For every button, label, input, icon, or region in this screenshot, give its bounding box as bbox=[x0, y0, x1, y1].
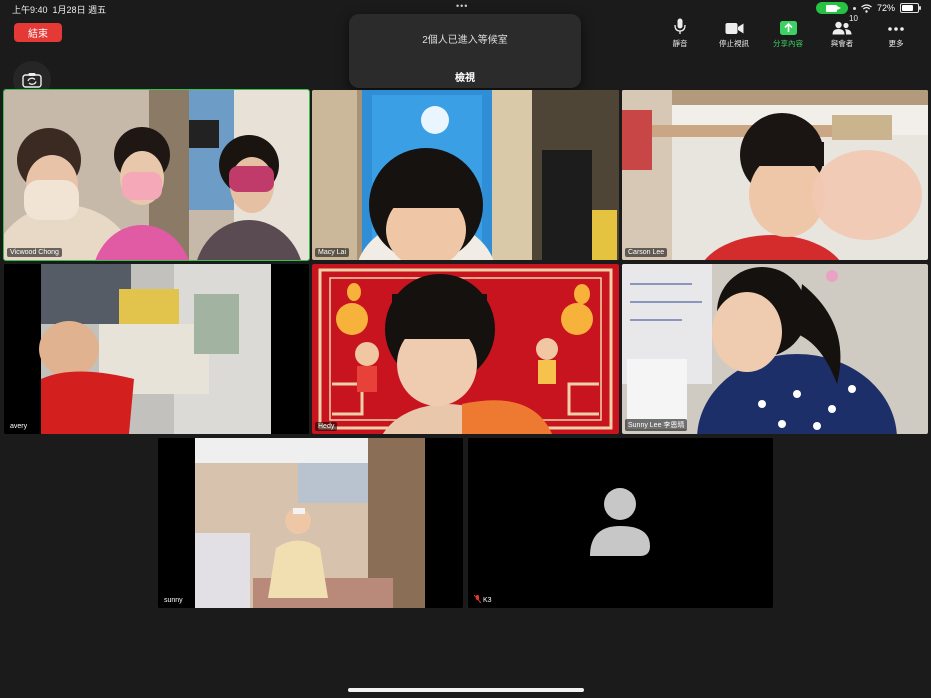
participant-video bbox=[4, 90, 309, 260]
participant-video bbox=[4, 264, 309, 434]
participant-name: K3 bbox=[471, 594, 495, 605]
participant-tile-video-off[interactable]: K3 bbox=[468, 438, 773, 608]
participant-name: Vicwood Chong bbox=[7, 248, 62, 257]
mic-muted-icon bbox=[473, 594, 482, 604]
participant-video bbox=[622, 90, 928, 260]
participant-tile[interactable]: sunny bbox=[158, 438, 463, 608]
video-camera-icon bbox=[725, 23, 743, 34]
home-indicator[interactable] bbox=[348, 688, 584, 692]
location-dot-icon bbox=[852, 6, 856, 10]
status-time: 上午9:40 1月28日 週五 bbox=[12, 5, 107, 15]
meeting-toolbar: 靜音 停止視訊 分享內容 10 與會者 更多 bbox=[657, 14, 919, 49]
participants-button[interactable]: 10 與會者 bbox=[819, 14, 865, 49]
participant-name: Carson Lee bbox=[625, 248, 668, 257]
participant-video bbox=[312, 90, 619, 260]
waiting-room-message: 2個人已進入等候室 bbox=[422, 35, 508, 46]
participant-tile[interactable]: Macy Lai bbox=[312, 90, 619, 260]
battery-icon bbox=[900, 3, 921, 13]
camera-switch-icon bbox=[22, 73, 42, 88]
microphone-icon bbox=[674, 18, 686, 34]
more-label: 更多 bbox=[888, 39, 904, 48]
share-screen-icon bbox=[779, 21, 797, 35]
participant-video bbox=[622, 264, 928, 434]
multitask-dots[interactable]: ••• bbox=[456, 1, 468, 11]
view-waiting-room-button[interactable]: 檢視 bbox=[349, 69, 581, 84]
participants-icon bbox=[832, 21, 852, 35]
participants-label: 與會者 bbox=[830, 39, 854, 48]
participant-video bbox=[158, 438, 463, 608]
stop-video-label: 停止視訊 bbox=[719, 39, 749, 48]
more-dots-icon bbox=[888, 27, 904, 31]
participant-name: Sunny Lee 李恩晴 bbox=[625, 419, 688, 431]
more-button[interactable]: 更多 bbox=[873, 17, 919, 49]
participant-tile[interactable]: Sunny Lee 李恩晴 bbox=[622, 264, 928, 434]
participant-name: avery bbox=[7, 422, 31, 431]
participant-video bbox=[312, 264, 619, 434]
waiting-room-popup: 2個人已進入等候室 檢視 bbox=[349, 14, 581, 88]
status-right: 72% bbox=[815, 2, 921, 14]
participants-count: 10 bbox=[849, 14, 858, 23]
end-meeting-button[interactable]: 結束 bbox=[14, 23, 62, 42]
participant-tile[interactable]: avery bbox=[4, 264, 309, 434]
stop-video-button[interactable]: 停止視訊 bbox=[711, 17, 757, 49]
battery-percent: 72% bbox=[876, 3, 895, 13]
share-content-button[interactable]: 分享內容 bbox=[765, 17, 811, 49]
participant-name: Macy Lai bbox=[315, 248, 350, 257]
mute-label: 靜音 bbox=[672, 39, 688, 48]
avatar-placeholder bbox=[468, 438, 773, 608]
wifi-icon bbox=[861, 3, 872, 13]
participant-tile[interactable]: Hedy bbox=[312, 264, 619, 434]
participant-name: Hedy bbox=[315, 422, 338, 431]
status-date: 1月28日 週五 bbox=[52, 5, 107, 15]
share-content-label: 分享內容 bbox=[773, 39, 803, 48]
mute-button[interactable]: 靜音 bbox=[657, 17, 703, 49]
camera-in-use-icon bbox=[815, 2, 848, 14]
participant-name: sunny bbox=[161, 596, 186, 605]
participant-tile[interactable]: Carson Lee bbox=[622, 90, 928, 260]
participant-tile[interactable]: Vicwood Chong bbox=[3, 89, 310, 261]
